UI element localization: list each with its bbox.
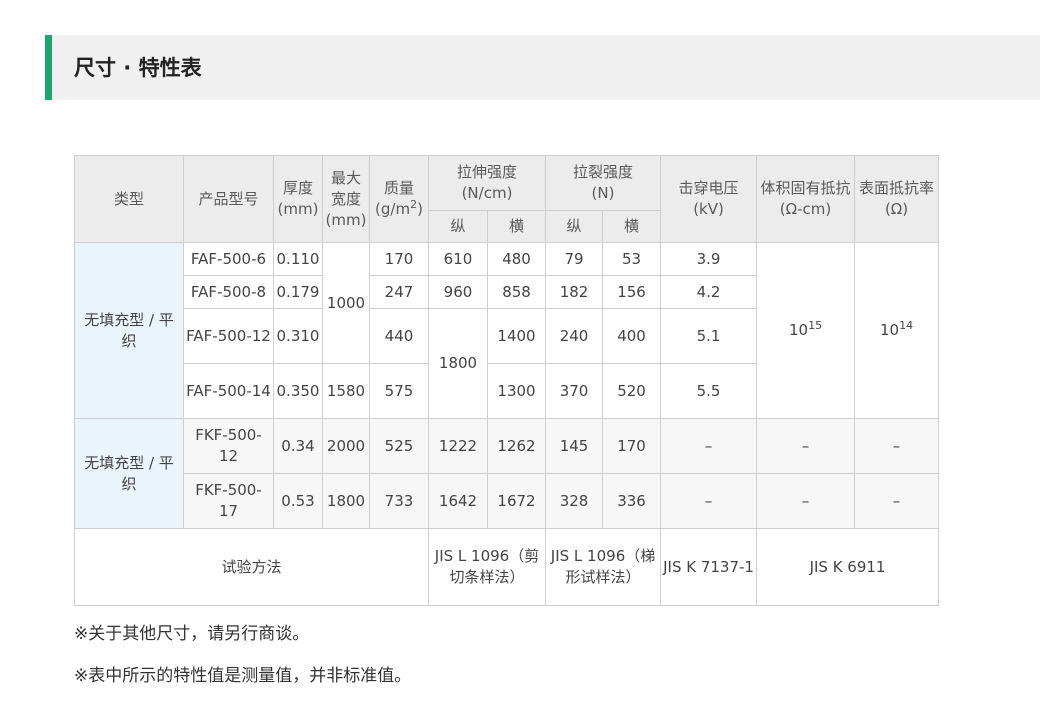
model-cell: FAF-500-12: [183, 308, 274, 364]
model-cell: FAF-500-8: [183, 275, 274, 309]
tensile-long-cell: 1642: [428, 473, 488, 529]
thickness-cell: 0.350: [273, 363, 323, 419]
header-breakdown: 击穿电压 (kV): [660, 155, 758, 243]
volume-resistivity-cell: 1015: [756, 242, 856, 419]
thickness-cell: 0.34: [273, 418, 323, 474]
volume-resistivity-cell: –: [756, 473, 856, 529]
tensile-trans-cell: 1262: [486, 418, 547, 474]
type-cell: 无填充型 / 平织: [74, 242, 184, 419]
breakdown-cell: 5.5: [660, 363, 758, 419]
model-cell: FKF-500-12: [183, 418, 274, 474]
breakdown-cell: –: [660, 473, 758, 529]
mass-cell: 575: [369, 363, 429, 419]
thickness-cell: 0.110: [273, 242, 323, 276]
header-volume-resistivity: 体积固有抵抗 (Ω-cm): [756, 155, 856, 243]
tear-trans-cell: 400: [602, 308, 662, 364]
note-measured-values: ※表中所示的特性值是测量值，并非标准值。: [74, 666, 412, 686]
tear-trans-cell: 336: [602, 473, 662, 529]
tensile-trans-cell: 1672: [486, 473, 547, 529]
tear-trans-cell: 170: [602, 418, 662, 474]
header-tensile-long: 纵: [428, 210, 488, 243]
breakdown-cell: 4.2: [660, 275, 758, 309]
header-tear-trans: 横: [602, 210, 662, 243]
surface-resistivity-cell: –: [854, 473, 940, 529]
mass-cell: 170: [369, 242, 429, 276]
tensile-trans-cell: 480: [486, 242, 547, 276]
width-cell: 1580: [322, 363, 370, 419]
model-cell: FAF-500-14: [183, 363, 274, 419]
header-tensile: 拉伸强度 (N/cm): [427, 155, 547, 211]
header-model: 产品型号: [183, 155, 274, 243]
spec-table: 类型 产品型号 厚度 (mm) 最大宽度 (mm) 质量 (g/m2) 拉伸强度 (N/…: [74, 155, 940, 606]
tensile-trans-cell: 1400: [486, 308, 547, 364]
width-cell: 1000: [322, 242, 370, 364]
tensile-trans-cell: 858: [486, 275, 547, 309]
tensile-long-cell: 1222: [428, 418, 488, 474]
breakdown-cell: 5.1: [660, 308, 758, 364]
header-type: 类型: [74, 155, 184, 243]
test-method-label: 试验方法: [74, 528, 429, 606]
table-row: 无填充型 / 平织 FAF-500-6 0.110 1000 170 610 4…: [74, 242, 940, 419]
model-cell: FKF-500-17: [183, 473, 274, 529]
model-cell: FAF-500-6: [183, 242, 274, 276]
volume-resistivity-cell: –: [756, 418, 856, 474]
tear-long-cell: 328: [545, 473, 604, 529]
table-row: 无填充型 / 平织 FKF-500-12 0.34 2000 525 1222 …: [74, 418, 940, 529]
tensile-trans-cell: 1300: [486, 363, 547, 419]
tear-long-cell: 79: [545, 242, 604, 276]
thickness-cell: 0.310: [273, 308, 323, 364]
header-max-width: 最大宽度 (mm): [322, 155, 370, 243]
tear-long-cell: 370: [545, 363, 604, 419]
section-title: 尺寸 · 特性表: [74, 56, 202, 80]
tensile-long-cell: 610: [428, 242, 488, 276]
tear-trans-cell: 53: [602, 242, 662, 276]
mass-cell: 733: [369, 473, 429, 529]
header-surface-resistivity: 表面抵抗率 (Ω): [854, 155, 940, 243]
breakdown-cell: 3.9: [660, 242, 758, 276]
header-tear: 拉裂强度 (N): [545, 155, 662, 211]
note-other-sizes: ※关于其他尺寸，请另行商谈。: [74, 624, 310, 644]
header-tear-long: 纵: [545, 210, 604, 243]
header-tensile-trans: 横: [486, 210, 547, 243]
tear-long-cell: 182: [545, 275, 604, 309]
header-thickness: 厚度 (mm): [273, 155, 323, 243]
type-cell: 无填充型 / 平织: [74, 418, 184, 529]
mass-cell: 440: [369, 308, 429, 364]
header-mass: 质量 (g/m2): [369, 155, 429, 243]
test-method-tensile: JIS L 1096（剪切条样法）: [427, 528, 547, 606]
mass-cell: 247: [369, 275, 429, 309]
tensile-long-cell: 960: [428, 275, 488, 309]
tensile-long-cell: 1800: [428, 308, 488, 419]
test-method-breakdown: JIS K 7137-1: [660, 528, 758, 606]
width-cell: 1800: [322, 473, 370, 529]
breakdown-cell: –: [660, 418, 758, 474]
section-header: 尺寸 · 特性表: [45, 35, 1040, 100]
thickness-cell: 0.179: [273, 275, 323, 309]
tear-long-cell: 145: [545, 418, 604, 474]
tear-long-cell: 240: [545, 308, 604, 364]
accent-bar: [45, 35, 52, 100]
surface-resistivity-cell: –: [854, 418, 940, 474]
test-method-row: 试验方法 JIS L 1096（剪切条样法） JIS L 1096（梯形试样法）…: [74, 528, 940, 606]
test-method-resistivity: JIS K 6911: [756, 528, 940, 606]
tear-trans-cell: 520: [602, 363, 662, 419]
table-row: FKF-500-17 0.53 1800 733 1642 1672 328 3…: [75, 473, 940, 529]
width-cell: 2000: [322, 418, 370, 474]
surface-resistivity-cell: 1014: [854, 242, 940, 419]
tear-trans-cell: 156: [602, 275, 662, 309]
mass-cell: 525: [369, 418, 429, 474]
test-method-tear: JIS L 1096（梯形试样法）: [545, 528, 662, 606]
thickness-cell: 0.53: [273, 473, 323, 529]
